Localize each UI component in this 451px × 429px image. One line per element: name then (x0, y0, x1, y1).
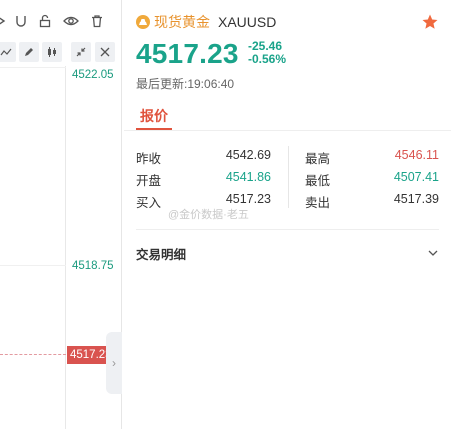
chevron-right-icon: › (112, 356, 116, 370)
watermark: @金价数据·老五 (168, 206, 249, 222)
y-axis-label-mid: 4518.75 (72, 260, 114, 272)
stat-value-low: 4507.41 (393, 170, 439, 184)
line-tool-icon[interactable] (0, 42, 16, 62)
stat-value-ask: 4517.39 (393, 192, 439, 206)
chart-panel: 4522.05 4518.75 4517.23 › (0, 0, 122, 429)
grid-line (0, 67, 66, 68)
stats-divider (288, 146, 289, 208)
stat-label-ask: 卖出 (305, 196, 331, 210)
stat-label-prev-close: 昨收 (136, 152, 162, 166)
collapse-arrows-icon[interactable] (71, 42, 91, 62)
trash-icon[interactable] (88, 12, 106, 30)
stat-value-bid: 4517.23 (225, 192, 271, 206)
stat-label-open: 开盘 (136, 174, 162, 188)
instrument-code: XAUUSD (218, 14, 277, 30)
watermark-text: @金价数据·老五 (168, 209, 249, 221)
stat-value-open: 4541.86 (225, 170, 271, 184)
stat-label-high: 最高 (305, 152, 331, 166)
chart-top-toolbar (0, 8, 122, 34)
instrument-name: 现货黄金 (154, 14, 210, 30)
quote-panel: 现货黄金 XAUUSD 4517.23 -25.46 -0.56% 最后更新:1… (124, 0, 451, 429)
current-price-line (0, 354, 66, 355)
trade-detail-row[interactable]: 交易明细 (136, 244, 439, 262)
panel-collapse-tab[interactable]: › (106, 332, 122, 394)
unlock-icon[interactable] (36, 12, 54, 30)
close-icon[interactable] (95, 42, 115, 62)
last-updated: 最后更新:19:06:40 (136, 77, 235, 91)
gold-bars-icon (136, 15, 150, 29)
last-price: 4517.23 (136, 38, 239, 69)
pencil-icon[interactable] (19, 42, 39, 62)
instrument-header: 现货黄金 XAUUSD (136, 12, 276, 32)
chart-plot-area[interactable] (0, 66, 66, 429)
magnet-icon[interactable] (12, 12, 30, 30)
stat-value-prev-close: 4542.69 (225, 148, 271, 162)
y-axis-label-top: 4522.05 (72, 69, 114, 81)
eye-icon[interactable] (62, 12, 80, 30)
grid-line (0, 265, 66, 266)
stat-value-high: 4546.11 (394, 148, 439, 162)
tab-divider (124, 130, 451, 131)
stat-label-bid: 买入 (136, 196, 162, 210)
change-percent: -0.56% (248, 52, 287, 66)
chart-drawing-toolbar (0, 42, 122, 66)
favorite-star-icon[interactable] (421, 13, 439, 31)
tab-quote[interactable]: 报价 (140, 106, 168, 126)
section-divider (136, 229, 439, 230)
chevron-down-icon[interactable] (427, 246, 439, 258)
partial-icon[interactable] (0, 12, 12, 30)
trade-detail-label: 交易明细 (136, 248, 187, 262)
candlestick-icon[interactable] (42, 42, 62, 62)
price-change: -25.46 -0.56% (248, 40, 286, 66)
stat-label-low: 最低 (305, 174, 331, 188)
